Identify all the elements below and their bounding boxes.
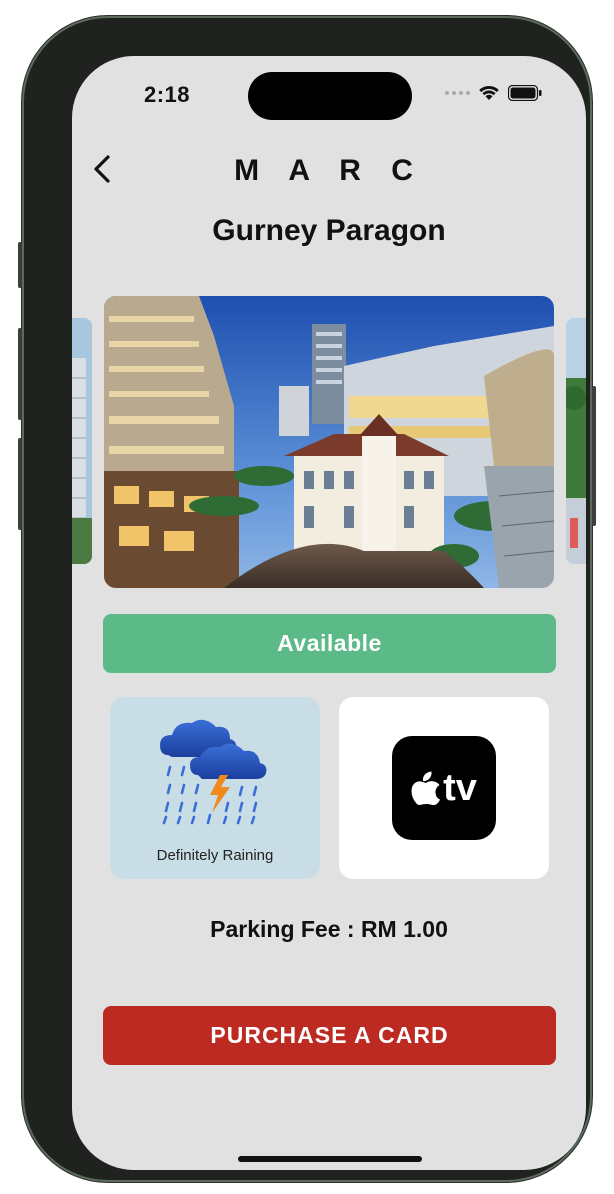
apple-tv-card[interactable]: tv [339, 697, 549, 879]
apple-logo-icon [411, 771, 441, 805]
status-icons [445, 84, 542, 101]
battery-icon [508, 84, 542, 101]
weather-card[interactable]: Definitely Raining [110, 697, 320, 879]
power-button [592, 386, 596, 526]
parking-fee: Parking Fee : RM 1.00 [210, 916, 448, 942]
page-title: Gurney Paragon [212, 214, 446, 247]
home-indicator[interactable] [238, 1156, 422, 1162]
purchase-card-button[interactable]: PURCHASE A CARD [103, 1006, 556, 1065]
app-screen: 2:18 M A R C Gurney Paragon Available De… [72, 56, 586, 1170]
volume-up-button [18, 328, 22, 420]
phone-frame: 2:18 M A R C Gurney Paragon Available De… [18, 16, 596, 1182]
brand-title: M A R C [234, 154, 424, 187]
weather-label: Definitely Raining [156, 847, 274, 864]
tv-label: tv [443, 766, 477, 809]
status-time: 2:18 [144, 82, 191, 107]
apple-tv-icon: tv [392, 736, 496, 840]
availability-status-button[interactable]: Available [103, 614, 556, 673]
carousel-next-image[interactable] [566, 318, 586, 564]
volume-down-button [18, 438, 22, 530]
carousel-prev-image[interactable] [72, 318, 92, 564]
dynamic-island [248, 72, 412, 120]
thunderstorm-rain-icon [160, 719, 267, 825]
location-photo[interactable] [104, 296, 554, 588]
mute-switch [18, 242, 22, 288]
cellular-dots-icon [445, 90, 470, 95]
wifi-icon [479, 85, 499, 100]
